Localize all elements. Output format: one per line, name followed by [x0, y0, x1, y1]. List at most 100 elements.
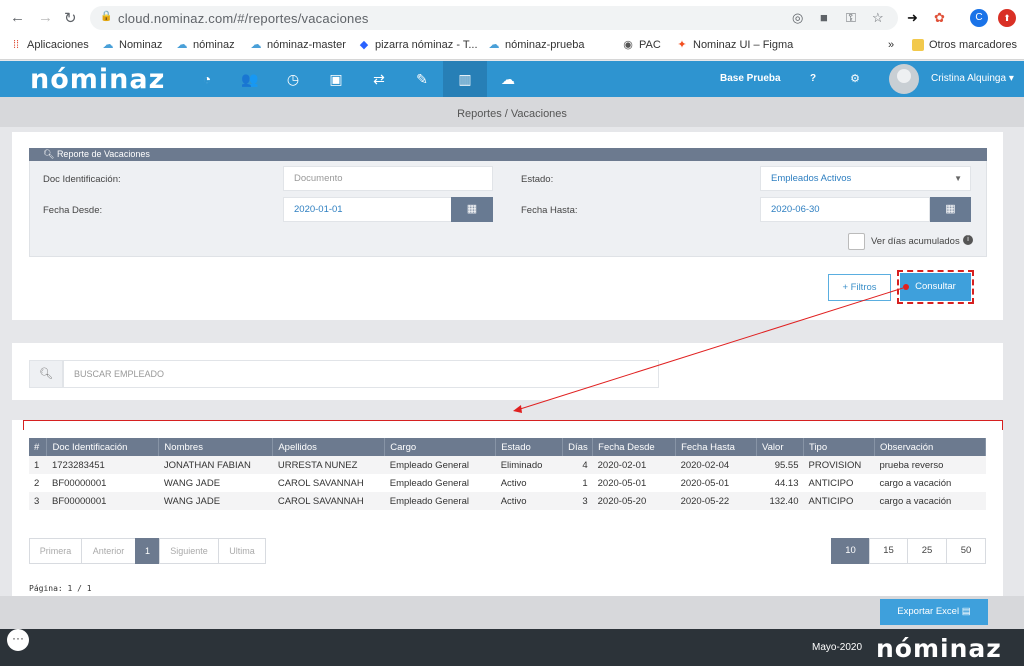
hasta-input[interactable]: 2020-06-30 [760, 197, 930, 222]
bookmark-nominaz-prueba[interactable]: ☁ nóminaz-prueba [488, 39, 585, 51]
search-icon: 🔍︎ [43, 149, 57, 159]
calendar-icon[interactable]: ▦ [930, 197, 971, 222]
url-text[interactable]: cloud.nominaz.com/#/reportes/vacaciones [118, 11, 369, 26]
breadcrumb: Reportes / Vacaciones [457, 108, 567, 120]
chevron-down-icon: ▼ [954, 174, 962, 183]
folder-icon [912, 39, 924, 51]
figma-icon: ✦ [677, 39, 687, 51]
hasta-label: Fecha Hasta: [521, 205, 578, 216]
camera-icon[interactable]: ■ [820, 10, 828, 25]
col-apellidos[interactable]: Apellidos [272, 438, 386, 456]
col-observacion[interactable]: Observación [874, 438, 987, 456]
forward-icon[interactable]: → [38, 9, 53, 26]
footer-logo: nóminaz [876, 634, 1002, 663]
acumulados-checkbox[interactable] [848, 233, 865, 250]
bookmark-nominaz-2[interactable]: ☁ nóminaz [176, 39, 235, 51]
cloud-icon: ☁ [176, 39, 188, 51]
clock-icon[interactable]: ◷ [283, 71, 303, 87]
page-size-10[interactable]: 10 [831, 538, 870, 564]
table-row[interactable]: 1 1723283451 JONATHAN FABIAN URRESTA NUNEZ E… [29, 456, 986, 474]
company-name[interactable]: Base Prueba [720, 73, 781, 84]
bookmark-pac[interactable]: ◉ PAC [622, 39, 661, 51]
table-row[interactable]: 2 BF00000001 WANG JADE CAROL SAVANNAH Emplea… [29, 474, 986, 492]
col-fecha-hasta[interactable]: Fecha Hasta [675, 438, 758, 456]
bookmark-otros[interactable]: Otros marcadores [912, 39, 1017, 51]
bookmark-pizarra[interactable]: ◆ pizarra nóminaz - T... [358, 39, 478, 51]
page-last-button[interactable]: Ultima [218, 538, 266, 564]
dashboard-icon[interactable]: ◔ [197, 71, 217, 87]
bookmarks-bar: ⁞⁞ Aplicaciones ☁ Nominaz ☁ nóminaz ☁ nómina… [0, 34, 1024, 56]
page-info: Página: 1 / 1 [29, 584, 92, 593]
doc-input[interactable]: Documento [283, 166, 493, 191]
search-icon: 🔍︎ [29, 360, 63, 388]
bookmark-apps[interactable]: ⁞⁞ Aplicaciones [10, 39, 89, 51]
cloud-icon: ☁ [250, 39, 262, 51]
users-icon[interactable]: 👥 [240, 71, 260, 87]
page-next-button[interactable]: Siguiente [159, 538, 219, 564]
page-size-50[interactable]: 50 [946, 538, 986, 564]
filter-header: 🔍︎ Reporte de Vacaciones [29, 148, 987, 161]
reload-icon[interactable]: ↻ [64, 9, 77, 27]
col-tipo[interactable]: Tipo [803, 438, 875, 456]
estado-value: Empleados Activos [771, 173, 852, 184]
filter-title: Reporte de Vacaciones [56, 149, 150, 159]
handshake-icon[interactable]: ⇄ [369, 71, 389, 87]
col-dias[interactable]: Días [562, 438, 594, 456]
bar-chart-icon[interactable]: ▥ [455, 71, 475, 87]
apps-grid-icon: ⁞⁞ [12, 39, 20, 51]
col-fecha-desde[interactable]: Fecha Desde [592, 438, 677, 456]
info-icon[interactable]: i [963, 235, 973, 245]
calendar-icon[interactable]: ▦ [451, 197, 493, 222]
table-header-row: # Doc Identificación Nombres Apellidos C… [29, 438, 987, 456]
col-doc[interactable]: Doc Identificación [46, 438, 160, 456]
cloud-icon: ☁ [488, 39, 500, 51]
cloud-icon: ☁ [102, 39, 114, 51]
col-cargo[interactable]: Cargo [384, 438, 497, 456]
estado-label: Estado: [521, 174, 554, 185]
bookmark-figma[interactable]: ✦ Nominaz UI – Figma [676, 39, 793, 51]
search-input[interactable]: BUSCAR EMPLEADO [63, 360, 659, 388]
col-estado[interactable]: Estado [495, 438, 564, 456]
star-icon[interactable]: ☆ [872, 10, 884, 26]
user-menu[interactable]: Cristina Alquinga ▾ [931, 73, 1014, 84]
extension-icon[interactable]: ✿ [934, 10, 945, 26]
col-num[interactable]: # [29, 438, 48, 456]
consultar-button[interactable]: Consultar [897, 270, 974, 304]
export-excel-button[interactable]: Exportar Excel ▤ [880, 599, 988, 625]
bookmarks-overflow[interactable]: » [888, 39, 894, 51]
back-icon[interactable]: ← [10, 9, 25, 26]
page-first-button[interactable]: Primera [29, 538, 82, 564]
bookmark-nominaz-master[interactable]: ☁ nóminaz-master [250, 39, 346, 51]
file-excel-icon: ▤ [961, 606, 971, 617]
page-size-15[interactable]: 15 [869, 538, 908, 564]
action-bar [0, 596, 1024, 629]
app-logo[interactable]: nóminaz [30, 64, 165, 95]
location-icon[interactable]: ◎ [792, 10, 803, 26]
update-icon[interactable]: ⬆ [998, 9, 1016, 27]
col-nombres[interactable]: Nombres [158, 438, 274, 456]
user-avatar[interactable] [889, 64, 919, 94]
page-size-25[interactable]: 25 [907, 538, 947, 564]
desde-input[interactable]: 2020-01-01 [283, 197, 452, 222]
lock-icon: 🔒 [100, 11, 113, 22]
filtros-button[interactable]: + Filtros [828, 274, 891, 301]
key-icon[interactable]: ⚿ [846, 10, 856, 26]
doc-label: Doc Identificación: [43, 174, 121, 185]
estado-select[interactable]: Empleados Activos ▼ [760, 166, 971, 191]
page-prev-button[interactable]: Anterior [81, 538, 136, 564]
bookmark-nominaz[interactable]: ☁ Nominaz [102, 39, 163, 51]
vacaciones-table: # Doc Identificación Nombres Apellidos C… [29, 438, 987, 510]
share-icon[interactable]: ➜ [907, 10, 918, 26]
desde-label: Fecha Desde: [43, 205, 103, 216]
cloud-upload-icon[interactable]: ☁ [498, 71, 518, 87]
edit-icon[interactable]: ✎ [412, 71, 432, 87]
chat-icon[interactable]: ··· [7, 629, 29, 651]
footer [0, 629, 1024, 666]
col-valor[interactable]: Valor [756, 438, 804, 456]
settings-icon[interactable]: ⚙ [845, 71, 865, 87]
page-current-button[interactable]: 1 [135, 538, 160, 564]
profile-avatar[interactable]: C [970, 9, 988, 27]
briefcase-icon[interactable]: ▣ [326, 71, 346, 87]
help-icon[interactable]: ? [810, 73, 816, 84]
table-row[interactable]: 3 BF00000001 WANG JADE CAROL SAVANNAH Emplea… [29, 492, 986, 510]
